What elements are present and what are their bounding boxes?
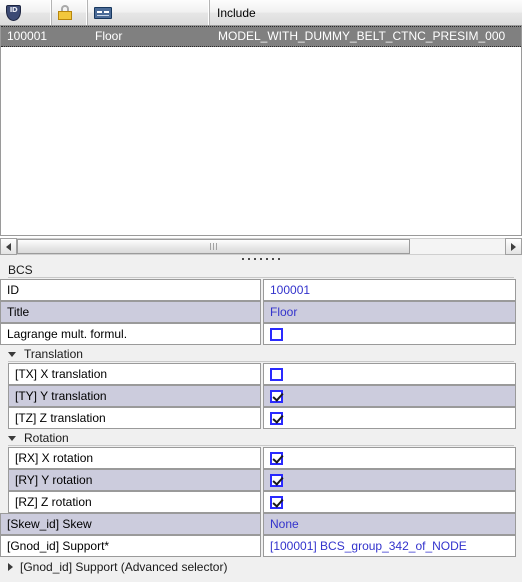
property-row-support[interactable]: [Gnod_id] Support* [100001] BCS_group_34… <box>0 535 522 557</box>
property-row-tz-z-translation[interactable]: [TZ] Z translation <box>0 407 522 429</box>
checkbox-ty-y-translation[interactable] <box>270 389 283 403</box>
section-header-support-advanced-selector-label: [Gnod_id] Support (Advanced selector) <box>20 560 228 574</box>
property-row-id[interactable]: ID 100001 <box>0 279 522 301</box>
property-label-tz-z-translation: [TZ] Z translation <box>8 407 261 429</box>
property-label-title: Title <box>0 301 261 323</box>
column-header-include[interactable]: Include <box>210 0 522 25</box>
object-list-panel: ID Include 100001 Floor MODEL_WITH_DUMMY… <box>0 0 522 236</box>
column-header-id[interactable]: ID <box>0 0 52 25</box>
property-label-skew: [Skew_id] Skew <box>0 513 261 535</box>
property-value-tx-x-translation[interactable] <box>263 363 516 385</box>
property-value-id[interactable]: 100001 <box>263 279 516 301</box>
section-header-rotation-label: Rotation <box>16 431 75 445</box>
property-value-support[interactable]: [100001] BCS_group_342_of_NODE <box>263 535 516 557</box>
property-value-lagrange-mult-formul[interactable] <box>263 323 516 345</box>
checkbox-rz-z-rotation[interactable] <box>270 495 283 509</box>
list-body[interactable]: 100001 Floor MODEL_WITH_DUMMY_BELT_CTNC_… <box>0 26 522 236</box>
row-cell-id: 100001 <box>7 29 48 43</box>
property-row-tx-x-translation[interactable]: [TX] X translation <box>0 363 522 385</box>
property-label-rz-z-rotation: [RZ] Z rotation <box>8 491 261 513</box>
property-value-tz-z-translation[interactable] <box>263 407 516 429</box>
property-row-ty-y-translation[interactable]: [TY] Y translation <box>0 385 522 407</box>
property-value-title[interactable]: Floor <box>263 301 516 323</box>
scrollbar-track[interactable] <box>17 238 505 255</box>
checkbox-lagrange-mult-formul[interactable] <box>270 327 283 341</box>
property-row-skew[interactable]: [Skew_id] Skew None <box>0 513 522 535</box>
property-row-rx-x-rotation[interactable]: [RX] X rotation <box>0 447 522 469</box>
scrollbar-thumb[interactable] <box>17 239 410 254</box>
section-header-translation-label: Translation <box>16 347 89 361</box>
property-row-ry-y-rotation[interactable]: [RY] Y rotation <box>0 469 522 491</box>
row-cell-include: MODEL_WITH_DUMMY_BELT_CTNC_PRESIM_000 <box>218 29 506 43</box>
chevron-down-icon[interactable] <box>8 435 16 441</box>
group-rule-bcs <box>8 277 514 278</box>
column-header-title[interactable] <box>88 0 210 25</box>
checkbox-tz-z-translation[interactable] <box>270 411 283 425</box>
column-header-include-label: Include <box>217 5 256 20</box>
section-header-rotation[interactable]: Rotation <box>0 429 522 447</box>
section-header-support-advanced-selector[interactable]: [Gnod_id] Support (Advanced selector) <box>0 557 522 577</box>
property-value-ty-y-translation[interactable] <box>263 385 516 407</box>
property-label-lagrange-mult-formul: Lagrange mult. formul. <box>0 323 261 345</box>
property-label-id: ID <box>0 279 261 301</box>
property-label-support: [Gnod_id] Support* <box>0 535 261 557</box>
group-header-bcs: BCS <box>0 261 522 279</box>
property-label-rx-x-rotation: [RX] X rotation <box>8 447 261 469</box>
property-label-ry-y-rotation: [RY] Y rotation <box>8 469 261 491</box>
property-value-rx-x-rotation[interactable] <box>263 447 516 469</box>
chevron-right-icon[interactable] <box>8 563 13 571</box>
checkbox-ry-y-rotation[interactable] <box>270 473 283 487</box>
scroll-left-button[interactable] <box>0 238 17 255</box>
property-label-ty-y-translation: [TY] Y translation <box>8 385 261 407</box>
id-shield-icon: ID <box>6 4 21 21</box>
horizontal-scrollbar[interactable] <box>0 238 522 255</box>
scroll-right-button[interactable] <box>505 238 522 255</box>
property-grid-panel: BCS ID 100001 Title Floor Lagrange mult.… <box>0 261 522 582</box>
chevron-down-icon[interactable] <box>8 351 16 357</box>
splitter-grip-icon <box>242 258 280 260</box>
property-row-rz-z-rotation[interactable]: [RZ] Z rotation <box>0 491 522 513</box>
list-column-headers: ID Include <box>0 0 522 26</box>
padlock-icon <box>58 5 72 20</box>
checkbox-rx-x-rotation[interactable] <box>270 451 283 465</box>
property-label-tx-x-translation: [TX] X translation <box>8 363 261 385</box>
section-header-translation[interactable]: Translation <box>0 345 522 363</box>
section-rule-translation <box>8 361 514 362</box>
row-cell-title: Floor <box>95 29 123 43</box>
table-row[interactable]: 100001 Floor MODEL_WITH_DUMMY_BELT_CTNC_… <box>1 26 521 47</box>
scrollbar-grip-icon <box>209 243 217 250</box>
property-value-rz-z-rotation[interactable] <box>263 491 516 513</box>
group-header-bcs-label: BCS <box>8 263 39 277</box>
checkbox-tx-x-translation[interactable] <box>270 367 283 381</box>
chevron-right-icon <box>511 242 516 251</box>
property-value-ry-y-rotation[interactable] <box>263 469 516 491</box>
section-rule-rotation <box>8 445 514 446</box>
property-row-lagrange-mult-formul[interactable]: Lagrange mult. formul. <box>0 323 522 345</box>
column-header-lock[interactable] <box>52 0 88 25</box>
property-value-skew[interactable]: None <box>263 513 516 535</box>
property-row-title[interactable]: Title Floor <box>0 301 522 323</box>
label-card-icon <box>94 6 112 19</box>
chevron-left-icon <box>6 242 11 251</box>
